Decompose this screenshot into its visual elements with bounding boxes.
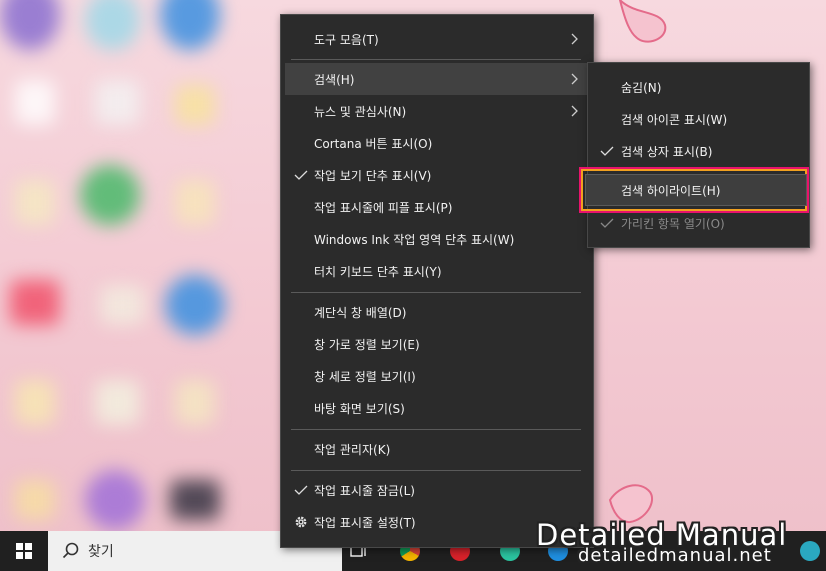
menu-item-touch-keyboard[interactable]: 터치 키보드 단추 표시(Y) bbox=[285, 255, 589, 287]
petal-decoration bbox=[618, 0, 667, 43]
checkmark-icon bbox=[294, 485, 308, 495]
menu-item-stack-windows[interactable]: 창 가로 정렬 보기(E) bbox=[285, 328, 589, 360]
start-button[interactable] bbox=[0, 531, 48, 571]
checkmark-icon bbox=[600, 146, 614, 156]
menu-item-task-view-button[interactable]: 작업 보기 단추 표시(V) bbox=[285, 159, 589, 191]
checkmark-icon bbox=[294, 170, 308, 180]
search-submenu: 숨김(N) 검색 아이콘 표시(W) 검색 상자 표시(B) 가리킨 항목 열기… bbox=[587, 62, 810, 248]
submenu-item-hidden[interactable]: 숨김(N) bbox=[592, 71, 805, 103]
menu-item-windows-ink[interactable]: Windows Ink 작업 영역 단추 표시(W) bbox=[285, 223, 589, 255]
menu-separator bbox=[291, 59, 581, 60]
menu-item-side-by-side[interactable]: 창 세로 정렬 보기(I) bbox=[285, 360, 589, 392]
submenu-item-show-search-box[interactable]: 검색 상자 표시(B) bbox=[592, 135, 805, 167]
app-icon[interactable] bbox=[800, 541, 820, 561]
gear-icon bbox=[295, 516, 307, 528]
menu-separator bbox=[291, 292, 581, 293]
windows-icon bbox=[16, 543, 32, 559]
menu-item-news-interests[interactable]: 뉴스 및 관심사(N) bbox=[285, 95, 589, 127]
checkmark-icon bbox=[600, 218, 614, 228]
menu-item-toolbars[interactable]: 도구 모음(T) bbox=[285, 23, 589, 55]
menu-item-cascade-windows[interactable]: 계단식 창 배열(D) bbox=[285, 296, 589, 328]
menu-item-lock-taskbar[interactable]: 작업 표시줄 잠금(L) bbox=[285, 474, 589, 506]
submenu-item-show-search-icon[interactable]: 검색 아이콘 표시(W) bbox=[592, 103, 805, 135]
chevron-right-icon bbox=[571, 105, 578, 117]
watermark-url: detailedmanual.net bbox=[578, 545, 772, 566]
taskbar-context-menu: 도구 모음(T) 검색(H) 뉴스 및 관심사(N) Cortana 버튼 표시… bbox=[280, 14, 594, 548]
submenu-item-search-highlights[interactable]: 검색 하이라이트(H) bbox=[585, 174, 807, 206]
menu-item-cortana-button[interactable]: Cortana 버튼 표시(O) bbox=[285, 127, 589, 159]
chevron-right-icon bbox=[571, 33, 578, 45]
menu-item-show-desktop[interactable]: 바탕 화면 보기(S) bbox=[285, 392, 589, 424]
menu-separator bbox=[291, 470, 581, 471]
menu-item-task-manager[interactable]: 작업 관리자(K) bbox=[285, 433, 589, 465]
menu-separator bbox=[291, 429, 581, 430]
chevron-right-icon bbox=[571, 73, 578, 85]
search-placeholder: 찾기 bbox=[88, 544, 114, 560]
menu-item-search[interactable]: 검색(H) bbox=[285, 63, 589, 95]
menu-item-people[interactable]: 작업 표시줄에 피플 표시(P) bbox=[285, 191, 589, 223]
search-icon bbox=[62, 542, 79, 559]
